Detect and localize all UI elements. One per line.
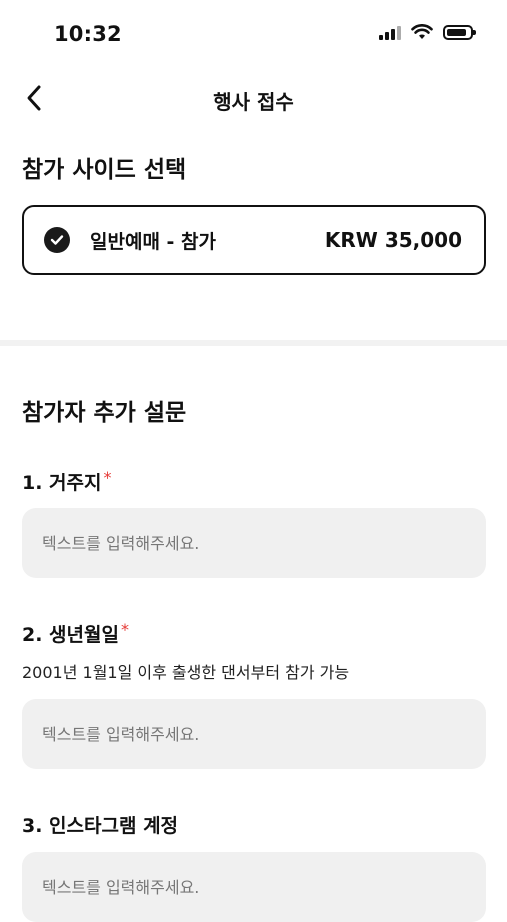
question-2-input[interactable]	[22, 699, 486, 769]
required-mark: *	[103, 468, 112, 487]
nav-bar: 행사 접수	[0, 74, 507, 122]
battery-icon	[443, 24, 476, 40]
question-3-text: 3. 인스타그램 계정	[22, 815, 179, 837]
status-bar: 10:32	[0, 0, 507, 64]
survey-section-title: 참가자 추가 설문	[22, 400, 187, 426]
ticket-option-name: 일반예매 - 참가	[90, 230, 216, 253]
question-1-text: 1. 거주지	[22, 472, 102, 494]
question-2-label: 2. 생년월일 *	[22, 620, 129, 647]
status-time: 10:32	[54, 22, 122, 46]
ticket-option-card[interactable]: 일반예매 - 참가 KRW 35,000	[22, 205, 486, 275]
ticket-section-title: 참가 사이드 선택	[22, 157, 187, 183]
required-mark: *	[120, 620, 129, 639]
status-icons	[379, 24, 476, 40]
question-3-label: 3. 인스타그램 계정	[22, 811, 178, 838]
section-divider	[0, 340, 507, 346]
question-1-input[interactable]	[22, 508, 486, 578]
question-3-input[interactable]	[22, 852, 486, 922]
check-circle-icon	[44, 227, 70, 253]
ticket-option-price: KRW 35,000	[324, 228, 462, 252]
page-title: 행사 접수	[213, 90, 294, 114]
wifi-icon	[411, 24, 433, 39]
cellular-signal-icon	[379, 24, 401, 40]
question-2-text: 2. 생년월일	[22, 624, 119, 646]
question-1-label: 1. 거주지 *	[22, 468, 112, 495]
question-2-description: 2001년 1월1일 이후 출생한 댄서부터 참가 가능	[22, 663, 350, 682]
